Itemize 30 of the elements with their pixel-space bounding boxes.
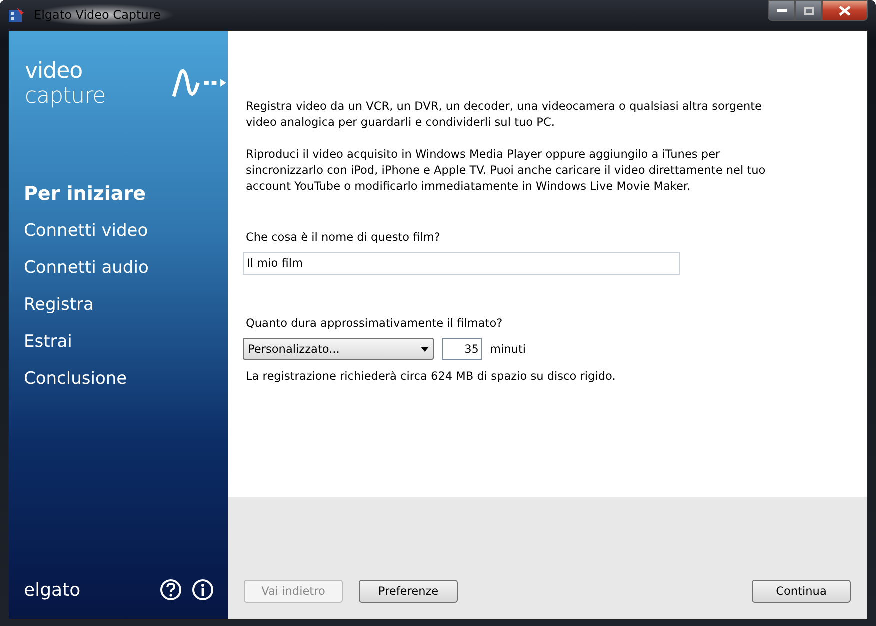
minutes-field[interactable]: 35 (442, 338, 482, 360)
app-logo-text: video capture (25, 59, 107, 109)
description-paragraph: Riproduci il video acquisito in Windows Media Player oppure aggiungilo a iTunes per sincronizzarlo con iPod, iPhone e Apple TV. Puoi anche caricare il video direttamente nel tuo account YouTube o modificarlo immediatamente in Windows Live Movie Maker. (246, 147, 766, 195)
minutes-label: minuti (490, 342, 526, 356)
nav-item[interactable]: Connetti video (9, 212, 228, 249)
nav-item[interactable]: Connetti audio (9, 249, 228, 286)
description-paragraph: Registra video da un VCR, un DVR, un decoder, una videocamera o qualsiasi altra sorgente video analogica per guardarli e condividerli sul tuo PC. (246, 99, 763, 131)
close-button[interactable] (822, 0, 868, 21)
name-label: Che cosa è il nome di questo film? (246, 231, 442, 244)
nav-item[interactable]: Estrai (9, 323, 228, 360)
footer-button[interactable]: Preferenze (359, 580, 458, 603)
duration-dropdown[interactable]: Personalizzato... (243, 338, 434, 360)
brand-logo: elgato (24, 580, 82, 600)
nav-item[interactable]: Conclusione (9, 360, 228, 397)
footer-button[interactable]: Continua (752, 580, 851, 603)
wave-logo-icon (172, 69, 228, 99)
name-field[interactable]: Il mio film (243, 252, 680, 275)
minimize-icon (776, 8, 786, 12)
disk-space-estimate: La registrazione richiederà circa 624 MB di spazio su disco rigido. (246, 370, 617, 383)
close-icon (839, 6, 851, 16)
maximize-button[interactable] (795, 0, 822, 21)
nav-item[interactable]: Registra (9, 286, 228, 323)
help-icon[interactable] (160, 579, 182, 601)
nav-item[interactable]: Per iniziare (9, 175, 228, 212)
duration-label: Quanto dura approssimativamente il filmato? (246, 317, 504, 330)
minimize-button[interactable] (768, 0, 795, 21)
info-icon[interactable] (192, 579, 214, 601)
caret-icon (421, 346, 429, 352)
app-icon (8, 6, 26, 24)
maximize-icon (804, 6, 814, 14)
